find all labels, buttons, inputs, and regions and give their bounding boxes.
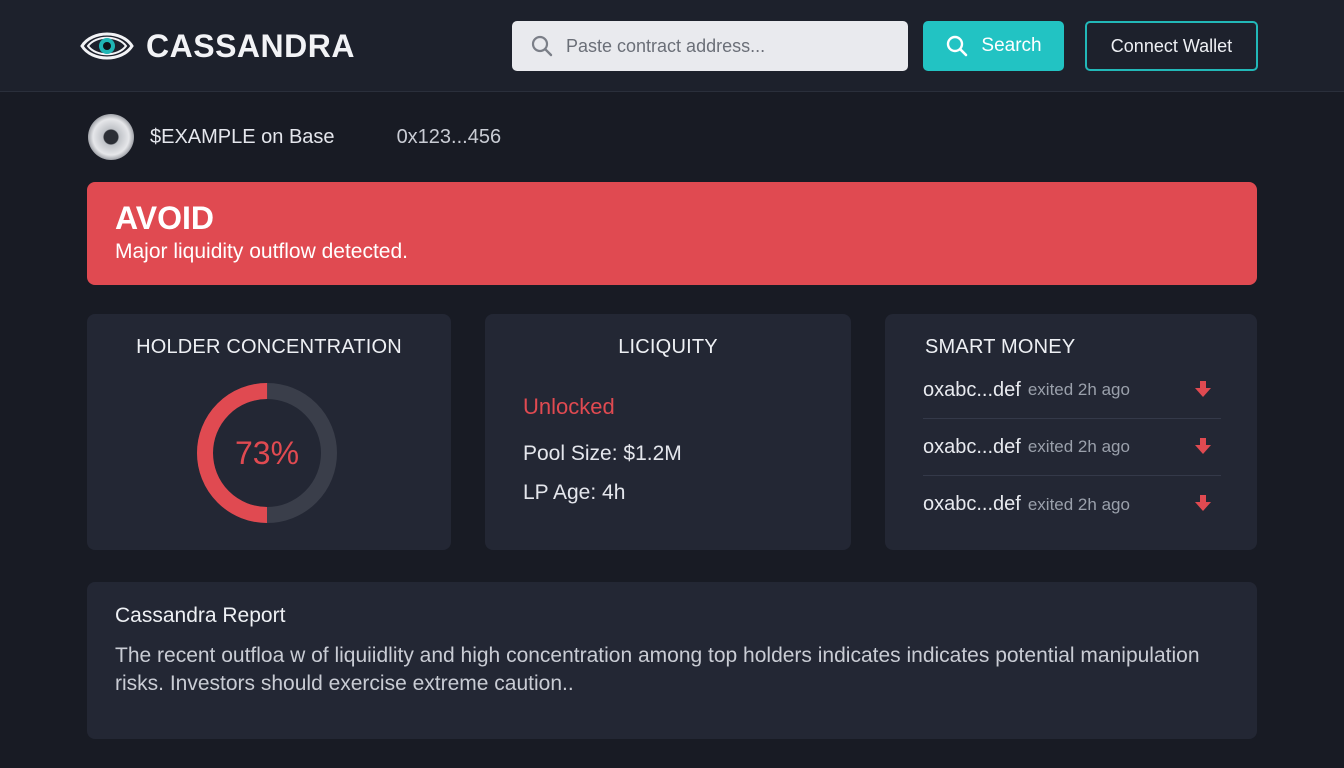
contract-address-input[interactable] <box>566 35 886 57</box>
token-info: $EXAMPLE on Base 0x123...456 <box>88 114 501 160</box>
search-icon <box>947 35 968 57</box>
activity-text: exited 2h ago <box>1027 380 1130 399</box>
smart-money-card: SMART MONEY oxabc...def exited 2h ago ox… <box>885 314 1257 550</box>
verdict-alert: AVOID Major liquidity outflow detected. <box>87 182 1257 285</box>
search-icon <box>531 35 553 57</box>
top-header: CASSANDRA Search Connect Wallet <box>0 0 1344 92</box>
activity-text: exited 2h ago <box>1027 437 1130 456</box>
list-item[interactable]: oxabc...def exited 2h ago <box>923 419 1221 476</box>
brand-name: CASSANDRA <box>146 27 355 64</box>
brand-logo[interactable]: CASSANDRA <box>80 24 355 68</box>
arrow-down-icon <box>1195 381 1211 397</box>
token-address[interactable]: 0x123...456 <box>397 126 502 149</box>
verdict-title: AVOID <box>115 200 214 236</box>
card-title: HOLDER CONCENTRATION <box>136 336 402 358</box>
smart-money-list: oxabc...def exited 2h ago oxabc...def ex… <box>923 362 1221 533</box>
card-title: SMART MONEY <box>925 336 1076 358</box>
search-button-label: Search <box>981 35 1042 56</box>
list-item[interactable]: oxabc...def exited 2h ago <box>923 476 1221 533</box>
connect-wallet-button[interactable]: Connect Wallet <box>1085 21 1258 71</box>
report-body: The recent outfloa w of liquiidlity and … <box>115 644 1200 695</box>
liquidity-status: Unlocked <box>523 394 615 419</box>
card-title: LICIQUITY <box>618 336 718 358</box>
arrow-down-icon <box>1195 495 1211 511</box>
pool-size: Pool Size: $1.2M <box>523 442 682 465</box>
cassandra-report: Cassandra Report The recent outfloa w of… <box>87 582 1257 739</box>
wallet-address: oxabc...def <box>923 493 1021 515</box>
wallet-address: oxabc...def <box>923 435 1021 458</box>
lp-age: LP Age: 4h <box>523 481 626 504</box>
token-name: $EXAMPLE on Base <box>150 125 335 148</box>
report-title: Cassandra Report <box>115 604 286 627</box>
verdict-message: Major liquidity outflow detected. <box>115 240 408 263</box>
arrow-down-icon <box>1195 438 1211 454</box>
eye-icon <box>80 32 134 60</box>
wallet-address: oxabc...def <box>923 378 1021 401</box>
list-item[interactable]: oxabc...def exited 2h ago <box>923 362 1221 419</box>
liquidity-card: LICIQUITY Unlocked Pool Size: $1.2M LP A… <box>485 314 851 550</box>
search-field[interactable] <box>512 21 908 71</box>
token-avatar <box>88 114 134 160</box>
concentration-value: 73% <box>234 434 300 471</box>
holder-concentration-card: HOLDER CONCENTRATION 73% <box>87 314 451 550</box>
activity-text: exited 2h ago <box>1027 494 1130 514</box>
search-button[interactable]: Search <box>923 21 1064 71</box>
